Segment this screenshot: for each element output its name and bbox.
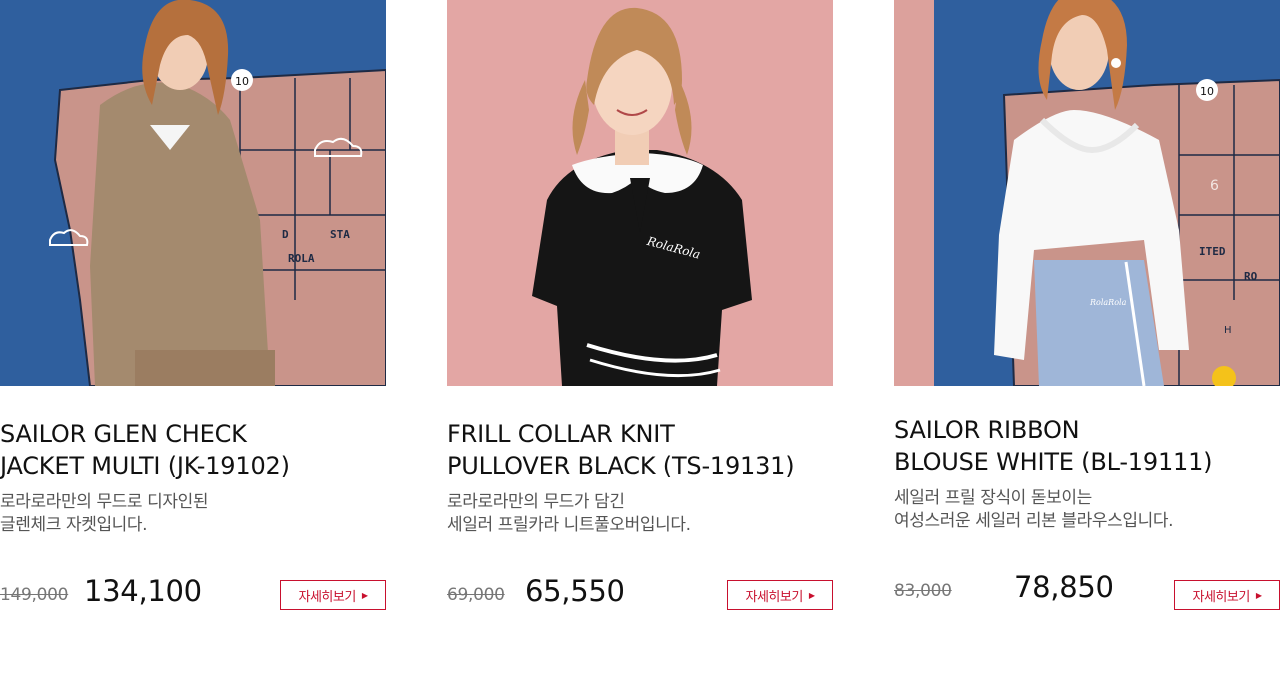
product-title[interactable]: SAILOR RIBBON BLOUSE WHITE (BL-19111) <box>894 414 1213 478</box>
product-card: 10 D STA ROLA SAILOR GLEN CHECK JACKET M… <box>0 0 386 610</box>
detail-button-label: 자세히보기 <box>1192 589 1251 605</box>
product-image[interactable]: 10 D STA ROLA <box>0 0 386 386</box>
svg-text:ROLA: ROLA <box>288 252 315 265</box>
svg-text:RolaRola: RolaRola <box>1089 298 1127 307</box>
svg-text:10: 10 <box>235 75 249 88</box>
svg-text:D: D <box>282 228 289 241</box>
product-description-line2: 여성스러운 세일러 리본 블라우스입니다. <box>894 511 1174 531</box>
product-description: 로라로라만의 무드가 담긴 세일러 프릴카라 니트풀오버입니다. <box>447 491 691 537</box>
product-title-line1: SAILOR RIBBON <box>894 416 1080 444</box>
triangle-right-icon: ▶ <box>361 590 368 600</box>
svg-text:H: H <box>1224 325 1232 336</box>
detail-button[interactable]: 자세히보기 ▶ <box>727 580 833 610</box>
detail-button[interactable]: 자세히보기 ▶ <box>280 580 386 610</box>
sale-price: 65,550 <box>525 574 625 608</box>
detail-button-label: 자세히보기 <box>745 589 804 605</box>
product-image[interactable]: 10 6 ITED RO H RolaRola <box>894 0 1280 386</box>
product-image[interactable]: RolaRola <box>447 0 833 386</box>
detail-button-label: 자세히보기 <box>298 589 357 605</box>
svg-text:6: 6 <box>1210 178 1219 194</box>
product-title-line2: JACKET MULTI (JK-19102) <box>0 452 290 480</box>
product-description: 세일러 프릴 장식이 돋보이는 여성스러운 세일러 리본 블라우스입니다. <box>894 487 1174 533</box>
product-description-line1: 세일러 프릴 장식이 돋보이는 <box>894 488 1092 508</box>
original-price: 83,000 <box>894 581 952 601</box>
product-card: RolaRola FRILL COLLAR KNIT PULLOVER BLAC… <box>447 0 833 610</box>
product-title-line2: BLOUSE WHITE (BL-19111) <box>894 448 1213 476</box>
product-title-line2: PULLOVER BLACK (TS-19131) <box>447 452 795 480</box>
product-photo-knit: RolaRola <box>447 0 833 386</box>
svg-text:10: 10 <box>1200 85 1214 98</box>
product-title[interactable]: SAILOR GLEN CHECK JACKET MULTI (JK-19102… <box>0 418 290 482</box>
svg-text:ITED: ITED <box>1199 245 1226 258</box>
sale-price: 134,100 <box>84 574 202 608</box>
product-photo-jacket: 10 D STA ROLA <box>0 0 386 386</box>
sale-price: 78,850 <box>1014 570 1114 604</box>
svg-text:RO: RO <box>1244 270 1258 283</box>
original-price: 69,000 <box>447 585 505 605</box>
original-price: 149,000 <box>0 585 69 605</box>
product-photo-blouse: 10 6 ITED RO H RolaRola <box>894 0 1280 386</box>
triangle-right-icon: ▶ <box>1255 590 1262 600</box>
detail-button[interactable]: 자세히보기 ▶ <box>1174 580 1280 610</box>
product-title[interactable]: FRILL COLLAR KNIT PULLOVER BLACK (TS-191… <box>447 418 795 482</box>
product-description-line2: 글렌체크 자켓입니다. <box>0 515 148 535</box>
product-title-line1: FRILL COLLAR KNIT <box>447 420 675 448</box>
product-card: 10 6 ITED RO H RolaRola SAILOR RIBBON BL… <box>894 0 1280 610</box>
product-description-line2: 세일러 프릴카라 니트풀오버입니다. <box>447 515 691 535</box>
product-title-line1: SAILOR GLEN CHECK <box>0 420 247 448</box>
svg-text:STA: STA <box>330 228 350 241</box>
product-description: 로라로라만의 무드로 디자인된 글렌체크 자켓입니다. <box>0 491 209 537</box>
triangle-right-icon: ▶ <box>808 590 815 600</box>
product-description-line1: 로라로라만의 무드로 디자인된 <box>0 492 209 512</box>
product-description-line1: 로라로라만의 무드가 담긴 <box>447 492 625 512</box>
